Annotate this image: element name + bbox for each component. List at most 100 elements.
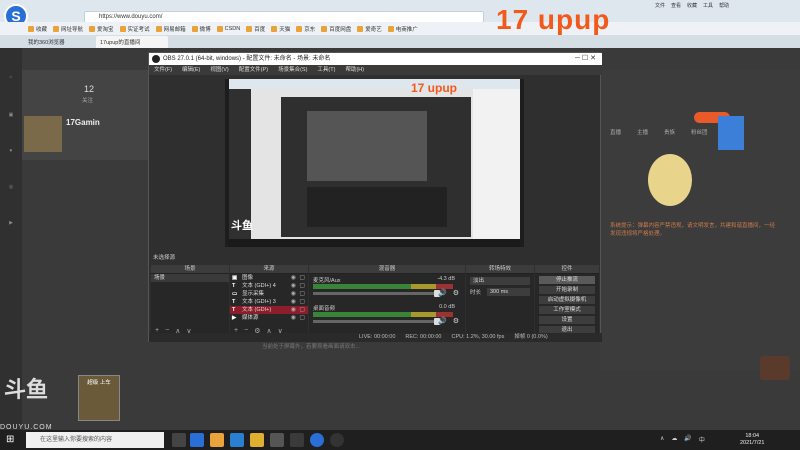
system-tray[interactable]: ∧ ☁ 🔊 中 bbox=[660, 435, 705, 444]
window-controls[interactable]: ─ ☐ ✕ bbox=[575, 53, 596, 65]
rail-follow-icon[interactable]: ♥ bbox=[3, 148, 19, 172]
obs-titlebar: OBS 27.0.1 (64-bit, windows) - 配置文件: 未命名… bbox=[149, 53, 602, 65]
store-icon[interactable] bbox=[230, 433, 244, 447]
bookmark-item[interactable]: 爱淘宝 bbox=[89, 25, 114, 33]
streamer-avatar[interactable] bbox=[24, 116, 62, 152]
taskbar-clock[interactable]: 18:04 2021/7/21 bbox=[740, 433, 764, 447]
obs-menu-item[interactable]: 场景集合(S) bbox=[278, 65, 307, 75]
bookmark-item[interactable]: 实证考试 bbox=[119, 25, 150, 33]
scene-item[interactable]: 场景 bbox=[151, 274, 229, 282]
speaker-icon[interactable]: 🔊 bbox=[438, 317, 447, 325]
obs-menu-item[interactable]: 编辑(E) bbox=[182, 65, 200, 75]
streamer-name[interactable]: 17Gamin bbox=[66, 118, 100, 127]
edge-icon[interactable] bbox=[190, 433, 204, 447]
volume-slider[interactable] bbox=[313, 290, 440, 297]
sources-dock-title: 来源 bbox=[230, 265, 308, 274]
gift-badge-icon[interactable] bbox=[718, 116, 744, 150]
source-item[interactable]: ▣ 图像 ◉ ▢ bbox=[230, 274, 308, 282]
bookmark-item[interactable]: 天猫 bbox=[271, 25, 290, 33]
duration-input[interactable]: 300 ms bbox=[487, 288, 530, 296]
chat-tab[interactable]: 贵族 bbox=[664, 128, 675, 136]
obs-statusbar: LIVE: 00:00:00 REC: 00:00:00 CPU: 1.2%, … bbox=[149, 333, 602, 342]
game-icon[interactable] bbox=[290, 433, 304, 447]
chat-tab[interactable]: 粉丝团 bbox=[691, 128, 708, 136]
source-item-selected[interactable]: T 文本 (GDI+) ◉ ▢ bbox=[230, 306, 308, 314]
rail-game-icon[interactable]: ◎ bbox=[3, 184, 19, 208]
taskbar-search-input[interactable]: 在这里输入你要搜索的内容 bbox=[26, 432, 164, 448]
event-badge-icon[interactable] bbox=[760, 356, 790, 380]
transition-select[interactable]: 淡出 bbox=[470, 277, 530, 285]
lock-icon: ▢ bbox=[299, 307, 305, 313]
bookmark-item[interactable]: 百度网盘 bbox=[321, 25, 351, 33]
source-item[interactable]: ▶ 媒体源 ◉ ▢ bbox=[230, 314, 308, 322]
explorer-icon[interactable] bbox=[210, 433, 224, 447]
folder-icon[interactable] bbox=[250, 433, 264, 447]
browser-menu: 文件 查看 收藏 工具 帮助 bbox=[655, 2, 795, 12]
live-time: LIVE: 00:00:00 bbox=[359, 334, 396, 340]
windows-start-icon[interactable]: ⊞ bbox=[6, 434, 18, 446]
bookmark-item[interactable]: 百度 bbox=[246, 25, 265, 33]
rail-video-icon[interactable]: ▶ bbox=[3, 220, 19, 244]
browser-menu-item[interactable]: 文件 bbox=[655, 2, 665, 12]
promo-card[interactable]: 超级 上车 bbox=[78, 375, 120, 421]
settings-button[interactable]: 设置 bbox=[539, 316, 595, 324]
start-recording-button[interactable]: 开始录制 bbox=[539, 286, 595, 294]
browser-menu-item[interactable]: 帮助 bbox=[719, 2, 729, 12]
obs-menu-item[interactable]: 文件(F) bbox=[154, 65, 172, 75]
bookmark-icon bbox=[246, 25, 253, 32]
bookmark-icon bbox=[53, 25, 60, 32]
mixer-channel: 桌面音频 0.0 dB 🔊 ⚙ bbox=[313, 304, 461, 330]
browser-menu-item[interactable]: 收藏 bbox=[687, 2, 697, 12]
rail-live-icon[interactable]: ▣ bbox=[3, 112, 19, 136]
visibility-icon: ◉ bbox=[290, 275, 296, 281]
task-view-icon[interactable] bbox=[172, 433, 186, 447]
nested-preview-inner bbox=[307, 111, 427, 181]
bookmark-item[interactable]: 爱奇艺 bbox=[357, 25, 382, 33]
bookmark-item[interactable]: 微博 bbox=[191, 25, 211, 33]
obs-taskbar-icon[interactable] bbox=[330, 433, 344, 447]
browser-menu-item[interactable]: 查看 bbox=[671, 2, 681, 12]
volume-slider[interactable] bbox=[313, 318, 440, 325]
bookmark-item[interactable]: 京东 bbox=[296, 25, 315, 33]
virtual-camera-button[interactable]: 启动虚拟摄像机 bbox=[539, 296, 595, 304]
stop-streaming-button[interactable]: 停止推流 bbox=[539, 276, 595, 284]
volume-meter bbox=[313, 312, 453, 317]
app-icon[interactable] bbox=[270, 433, 284, 447]
obs-menu-item[interactable]: 工具(T) bbox=[317, 65, 335, 75]
browser-menu-item[interactable]: 工具 bbox=[703, 2, 713, 12]
studio-mode-button[interactable]: 工作室模式 bbox=[539, 306, 595, 314]
bookmark-item[interactable]: 网易邮箱 bbox=[155, 25, 186, 33]
chat-tab[interactable]: 直播 bbox=[610, 128, 621, 136]
bookmark-icon bbox=[155, 25, 162, 32]
transitions-dock-title: 转场特效 bbox=[466, 265, 534, 274]
visibility-icon: ◉ bbox=[290, 315, 296, 321]
gear-icon[interactable]: ⚙ bbox=[453, 317, 459, 325]
gear-icon[interactable]: ⚙ bbox=[453, 289, 459, 297]
browser-tab[interactable]: 17upup的直播间 bbox=[96, 36, 168, 48]
rec-time: REC: 00:00:00 bbox=[405, 334, 442, 340]
browser-tab[interactable]: 我的360浏览器 bbox=[24, 36, 96, 48]
visibility-icon: ◉ bbox=[290, 307, 296, 313]
bookmark-item[interactable]: CSDN bbox=[216, 25, 240, 32]
controls-dock: 控件 停止推流 开始录制 启动虚拟摄像机 工作室模式 设置 退出 bbox=[535, 265, 599, 337]
bookmark-item[interactable]: 电商推广 bbox=[387, 25, 418, 33]
bookmark-icon bbox=[357, 25, 364, 32]
douyu-logo: 斗鱼 bbox=[4, 377, 49, 402]
chat-panel: 直播 主播 贵族 粉丝团 bbox=[600, 70, 800, 370]
source-item[interactable]: T 文本 (GDI+) 4 ◉ ▢ bbox=[230, 282, 308, 290]
bookmark-item[interactable]: 收藏 bbox=[28, 25, 47, 33]
rail-home-icon[interactable]: ⌂ bbox=[3, 74, 19, 98]
bookmark-item[interactable]: 网址导航 bbox=[53, 25, 83, 33]
obs-menu-item[interactable]: 帮助(H) bbox=[345, 65, 364, 75]
obs-menu-item[interactable]: 配置文件(P) bbox=[239, 65, 268, 75]
chat-tab[interactable]: 主播 bbox=[637, 128, 648, 136]
clock-date: 2021/7/21 bbox=[740, 440, 765, 446]
browser-360-icon[interactable] bbox=[310, 433, 324, 447]
bookmark-icon bbox=[271, 25, 278, 32]
speaker-icon[interactable]: 🔊 bbox=[438, 289, 447, 297]
obs-preview[interactable]: 17 upup 斗鱼 bbox=[225, 79, 524, 247]
obs-menu-item[interactable]: 视图(V) bbox=[210, 65, 228, 75]
source-item[interactable]: ▭ 显示采集 ◉ ▢ bbox=[230, 290, 308, 298]
source-item[interactable]: T 文本 (GDI+) 3 ◉ ▢ bbox=[230, 298, 308, 306]
mixer-channel-db: 0.0 dB bbox=[439, 304, 455, 310]
